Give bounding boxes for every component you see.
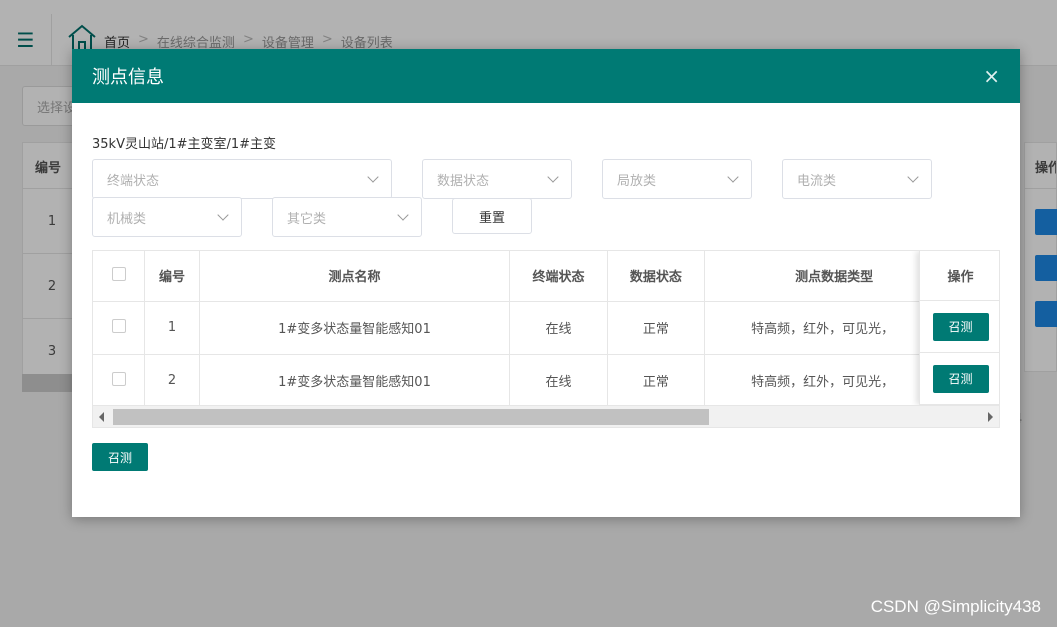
column-header: 数据状态 — [607, 251, 706, 302]
chevron-down-icon — [547, 171, 559, 183]
ops-cell: 召测 — [920, 301, 999, 353]
cell-no: 1 — [144, 301, 200, 355]
current-select[interactable]: 电流类 — [782, 159, 932, 199]
cell-no: 2 — [144, 354, 200, 408]
fixed-ops-column: 操作 召测 召测 — [919, 251, 999, 405]
select-all-checkbox[interactable] — [111, 266, 126, 281]
point-info-dialog: 测点信息 × 35kV灵山站/1#主变室/1#主变 终端状态 数据状态 局放类 … — [72, 49, 1020, 517]
dialog-title: 测点信息 — [92, 67, 164, 88]
ops-cell: 召测 — [920, 353, 999, 405]
scrollbar-thumb[interactable] — [113, 409, 709, 425]
row-checkbox-cell — [93, 301, 146, 355]
select-placeholder: 数据状态 — [437, 173, 490, 189]
chevron-down-icon — [397, 209, 409, 221]
row-checkbox[interactable] — [111, 318, 126, 333]
select-placeholder: 其它类 — [287, 211, 327, 227]
points-table: 编号 测点名称 终端状态 数据状态 测点数据类型 1 1#变多状态量智能感知01… — [92, 250, 1000, 428]
chevron-down-icon — [907, 171, 919, 183]
cell-data-status: 正常 — [607, 301, 706, 355]
select-all-cell — [93, 251, 146, 302]
partial-discharge-select[interactable]: 局放类 — [602, 159, 752, 199]
cell-terminal-status: 在线 — [509, 301, 608, 355]
location-path: 35kV灵山站/1#主变室/1#主变 — [92, 137, 277, 152]
column-header: 终端状态 — [509, 251, 608, 302]
cell-data-status: 正常 — [607, 354, 706, 408]
cell-name: 1#变多状态量智能感知01 — [199, 301, 511, 355]
data-status-select[interactable]: 数据状态 — [422, 159, 572, 199]
batch-call-test-button[interactable]: 召测 — [92, 443, 148, 471]
watermark: CSDN @Simplicity438 — [870, 597, 1041, 616]
points-table-body: 编号 测点名称 终端状态 数据状态 测点数据类型 1 1#变多状态量智能感知01… — [93, 251, 999, 408]
select-placeholder: 局放类 — [617, 173, 657, 189]
column-header: 编号 — [144, 251, 200, 302]
table-row[interactable]: 1 1#变多状态量智能感知01 在线 正常 特高频，红外，可见光， — [93, 301, 999, 355]
select-placeholder: 电流类 — [797, 173, 837, 189]
column-header: 测点名称 — [199, 251, 511, 302]
close-icon[interactable]: × — [983, 64, 1000, 88]
mechanical-select[interactable]: 机械类 — [92, 197, 242, 237]
scroll-right-icon[interactable] — [988, 412, 993, 422]
reset-button[interactable]: 重置 — [452, 198, 532, 234]
column-header-ops: 操作 — [920, 251, 999, 301]
select-placeholder: 终端状态 — [107, 173, 160, 189]
horizontal-scrollbar[interactable] — [93, 405, 999, 427]
row-checkbox[interactable] — [111, 371, 126, 386]
chevron-down-icon — [217, 209, 229, 221]
select-placeholder: 机械类 — [107, 211, 147, 227]
terminal-status-select[interactable]: 终端状态 — [92, 159, 392, 199]
call-test-button[interactable]: 召测 — [932, 312, 989, 341]
table-header-row: 编号 测点名称 终端状态 数据状态 测点数据类型 — [93, 251, 999, 302]
other-select[interactable]: 其它类 — [272, 197, 422, 237]
call-test-button[interactable]: 召测 — [932, 364, 989, 393]
scroll-left-icon[interactable] — [99, 412, 104, 422]
chevron-down-icon — [727, 171, 739, 183]
row-checkbox-cell — [93, 354, 146, 408]
cell-terminal-status: 在线 — [509, 354, 608, 408]
table-row[interactable]: 2 1#变多状态量智能感知01 在线 正常 特高频，红外，可见光， — [93, 354, 999, 408]
dialog-header: 测点信息 × — [72, 49, 1020, 103]
cell-name: 1#变多状态量智能感知01 — [199, 354, 511, 408]
chevron-down-icon — [367, 171, 379, 183]
